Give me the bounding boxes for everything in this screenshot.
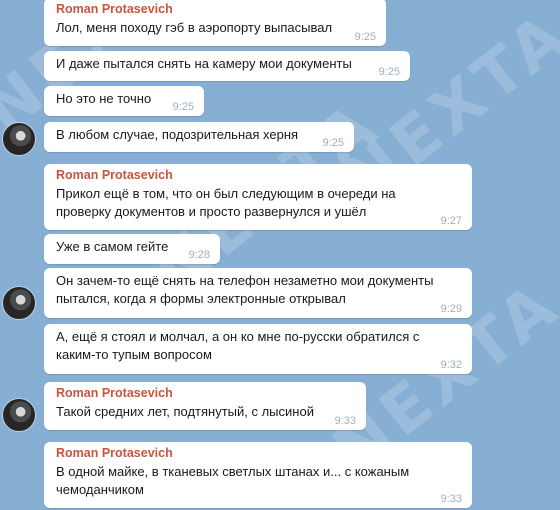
message-time: 9:28 [188, 249, 210, 261]
message-bubble[interactable]: В любом случае, подозрительная херня 9:2… [44, 122, 354, 152]
avatar[interactable] [2, 286, 36, 320]
message-text: Он зачем-то ещё снять на телефон незамет… [56, 273, 434, 306]
message-bubble[interactable]: Но это не точно 9:25 [44, 86, 204, 116]
message-text: И даже пытался снять на камеру мои докум… [56, 56, 352, 71]
avatar[interactable] [2, 398, 36, 432]
message-time: 9:25 [354, 31, 376, 43]
message-text: Уже в самом гейте [56, 239, 169, 254]
message-text: А, ещё я стоял и молчал, а он ко мне по-… [56, 329, 420, 362]
message-text: Прикол ещё в том, что он был следующим в… [56, 186, 396, 219]
chat-area[interactable]: NEXTA NEXTA NEXTA NEXTA Roman Protasevic… [0, 0, 560, 510]
message-bubble[interactable]: Roman Protasevich Такой средних лет, под… [44, 382, 366, 430]
message-bubble[interactable]: Roman Protasevich Прикол ещё в том, что … [44, 164, 472, 230]
message-bubble[interactable]: Он зачем-то ещё снять на телефон незамет… [44, 268, 472, 318]
message-text: Такой средних лет, подтянутый, с лысиной [56, 404, 314, 419]
message-bubble[interactable]: И даже пытался снять на камеру мои докум… [44, 51, 410, 81]
message-text: В любом случае, подозрительная херня [56, 127, 299, 142]
message-text: В одной майке, в тканевых светлых штанах… [56, 464, 410, 497]
avatar[interactable] [2, 122, 36, 156]
message-time: 9:25 [172, 101, 194, 113]
message-text: Лол, меня походу гэб в аэропорту выпасыв… [56, 20, 333, 35]
message-time: 9:33 [440, 493, 462, 505]
sender-name[interactable]: Roman Protasevich [56, 2, 376, 17]
message-time: 9:33 [334, 415, 356, 427]
message-bubble[interactable]: Roman Protasevich Лол, меня походу гэб в… [44, 0, 386, 46]
message-time: 9:29 [440, 303, 462, 315]
sender-name[interactable]: Roman Protasevich [56, 168, 462, 183]
message-bubble[interactable]: Roman Protasevich В одной майке, в ткане… [44, 442, 472, 508]
message-bubble[interactable]: Уже в самом гейте 9:28 [44, 234, 220, 264]
message-bubble[interactable]: А, ещё я стоял и молчал, а он ко мне по-… [44, 324, 472, 374]
message-time: 9:32 [440, 359, 462, 371]
message-time: 9:27 [440, 215, 462, 227]
message-time: 9:25 [378, 66, 400, 78]
message-time: 9:25 [322, 137, 344, 149]
sender-name[interactable]: Roman Protasevich [56, 446, 462, 461]
sender-name[interactable]: Roman Protasevich [56, 386, 356, 401]
